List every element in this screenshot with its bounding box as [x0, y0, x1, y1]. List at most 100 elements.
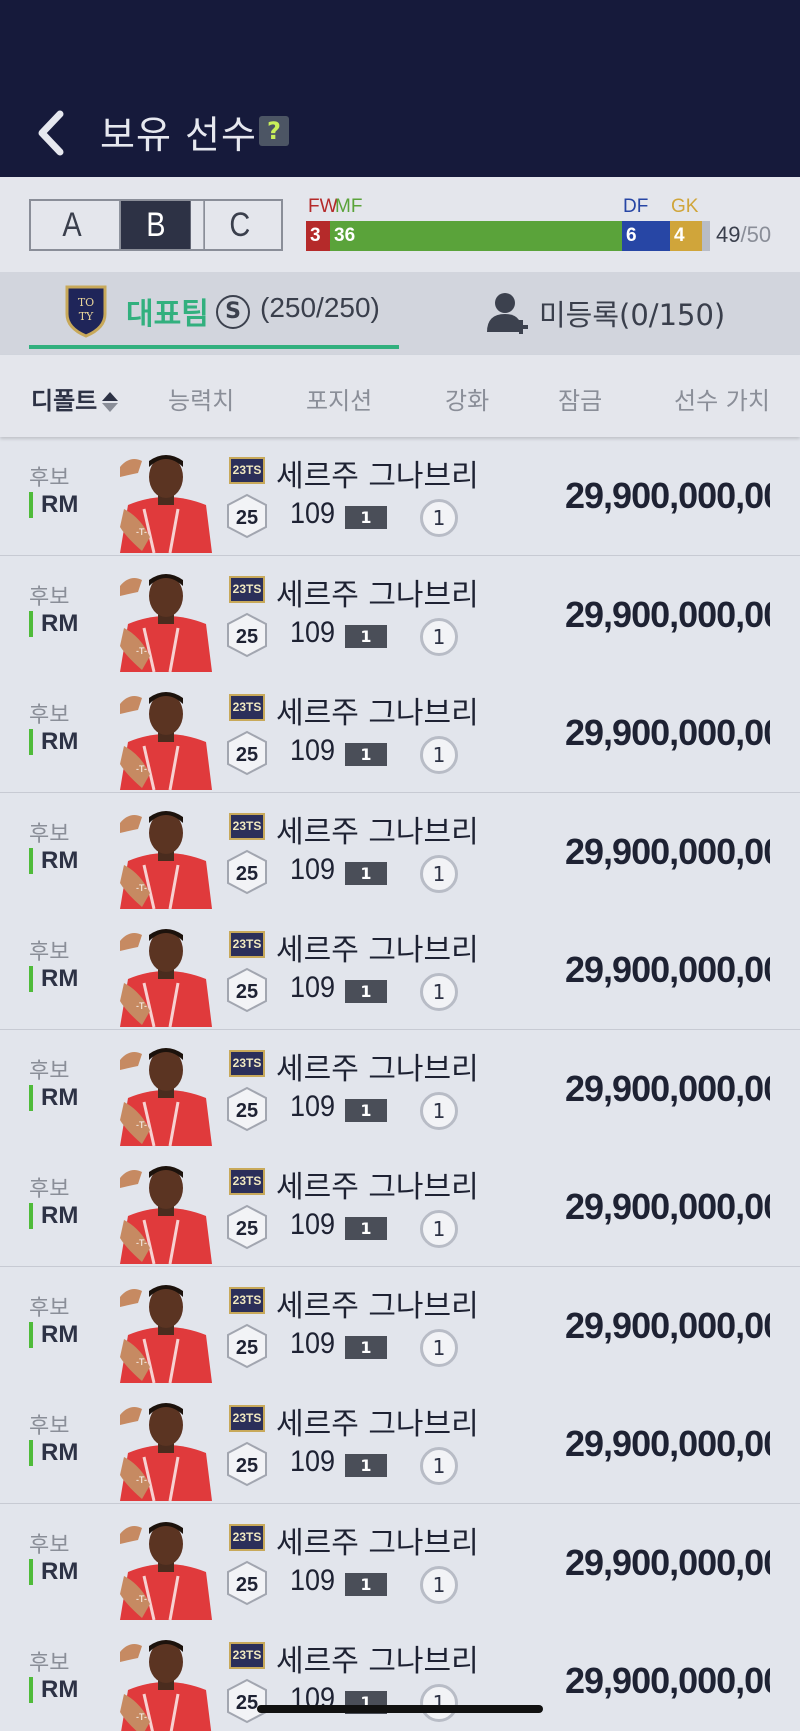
svg-text:-T-: -T-	[136, 527, 147, 537]
player-value: 29,900,000,000	[565, 475, 770, 516]
lock-count: 1	[420, 1565, 458, 1604]
player-row[interactable]: 후보 RM -T- 23TS 세르주 그나브리 25 109 1 1 29,90…	[0, 1622, 800, 1731]
player-salary: 25	[236, 744, 258, 766]
lock-count: 1	[420, 973, 458, 1011]
svg-text:-T-: -T-	[136, 646, 147, 656]
sort-ability[interactable]: 능력치	[168, 381, 234, 416]
upgrade-level: 1	[345, 1098, 387, 1122]
squad-tab-a[interactable]: A	[37, 201, 107, 249]
season-badge: 23TS	[229, 1049, 265, 1077]
lock-count: 1	[420, 617, 458, 656]
sort-lock[interactable]: 잠금	[558, 381, 602, 416]
player-portrait: -T-	[120, 573, 212, 672]
player-role: 후보	[29, 940, 70, 965]
salary-hexagon-icon: 25	[227, 1086, 267, 1131]
player-portrait: -T-	[120, 455, 212, 553]
player-name: 세르주 그나브리	[276, 1051, 479, 1087]
player-portrait: -T-	[120, 1284, 212, 1383]
player-portrait: -T-	[120, 1403, 212, 1501]
player-name: 세르주 그나브리	[276, 1644, 479, 1679]
squad-count: 49/50	[716, 222, 771, 248]
player-portrait: -T-	[120, 1640, 212, 1731]
svg-text:-T-: -T-	[136, 764, 147, 774]
app-header: 보유 선수 ?	[0, 0, 800, 177]
player-portrait: -T-	[120, 1521, 212, 1620]
player-value: 29,900,000,000	[565, 1304, 770, 1346]
sort-upgrade[interactable]: 강화	[445, 381, 489, 416]
season-badge: 23TS	[229, 1642, 265, 1669]
player-position: RM	[29, 1084, 78, 1111]
lock-count: 1	[420, 1328, 458, 1367]
sort-default[interactable]: 디폴트	[31, 381, 120, 416]
player-position: RM	[29, 1440, 78, 1466]
sort-position[interactable]: 포지션	[306, 381, 372, 416]
upgrade-level: 1	[345, 624, 387, 648]
player-row[interactable]: 후보 RM -T- 23TS 세르주 그나브리 25 109 1 1 29,90…	[0, 1503, 800, 1623]
player-row[interactable]: 후보 RM -T- 23TS 세르주 그나브리 25 109 1 1 29,90…	[0, 1266, 800, 1386]
player-position: RM	[29, 1558, 78, 1585]
player-row[interactable]: 후보 RM -T- 23TS 세르주 그나브리 25 109 1 1 29,90…	[0, 1029, 800, 1149]
mf-count: 36	[330, 221, 622, 251]
fw-count: 3	[306, 221, 330, 251]
player-row[interactable]: 후보 RM -T- 23TS 세르주 그나브리 25 109 1 1 29,90…	[0, 437, 800, 556]
toty-shield-icon: TO TY	[65, 285, 107, 338]
player-row[interactable]: 후보 RM -T- 23TS 세르주 그나브리 25 109 1 1 29,90…	[0, 911, 800, 1030]
player-salary: 25	[236, 1455, 258, 1477]
squad-count-max: /50	[740, 222, 772, 247]
lock-count: 1	[420, 499, 458, 537]
salary-hexagon-icon: 25	[227, 1204, 267, 1250]
player-ovr: 109	[290, 1089, 336, 1123]
player-list: 후보 RM -T- 23TS 세르주 그나브리 25 109 1 1 29,90…	[0, 437, 800, 1731]
main-team-count: (250/250)	[260, 292, 380, 323]
player-value: 29,900,000,000	[565, 830, 770, 872]
player-row[interactable]: 후보 RM -T- 23TS 세르주 그나브리 25 109 1 1 29,90…	[0, 792, 800, 912]
player-ovr: 109	[290, 1326, 336, 1360]
lock-count: 1	[420, 1684, 458, 1722]
player-position: RM	[29, 1203, 78, 1229]
player-position: RM	[29, 847, 78, 874]
svg-text:-T-: -T-	[136, 1475, 147, 1485]
player-role: 후보	[29, 1532, 70, 1558]
tab-unregistered[interactable]: 미등록(0/150)	[539, 292, 725, 334]
player-role: 후보	[29, 703, 70, 728]
player-row[interactable]: 후보 RM -T- 23TS 세르주 그나브리 25 109 1 1 29,90…	[0, 555, 800, 675]
player-row[interactable]: 후보 RM -T- 23TS 세르주 그나브리 25 109 1 1 29,90…	[0, 1385, 800, 1504]
lock-count: 1	[420, 736, 458, 774]
lock-count: 1	[420, 1091, 458, 1130]
player-portrait: -T-	[120, 1166, 212, 1264]
empty-slot	[702, 221, 710, 251]
player-salary: 25	[236, 863, 258, 885]
squad-tab-b[interactable]: B	[119, 201, 191, 249]
help-icon[interactable]: ?	[259, 116, 289, 146]
player-role: 후보	[29, 1295, 70, 1321]
season-badge: 23TS	[229, 457, 265, 484]
svg-text:-T-: -T-	[136, 883, 147, 893]
player-ovr: 109	[290, 852, 336, 886]
sort-default-label: 디폴트	[31, 387, 98, 415]
player-position: RM	[29, 610, 78, 637]
player-name: 세르주 그나브리	[276, 1288, 479, 1324]
salary-hexagon-icon: 25	[227, 1678, 267, 1724]
player-ovr: 109	[290, 734, 336, 767]
svg-text:-T-: -T-	[136, 1238, 147, 1248]
player-name: 세르주 그나브리	[276, 459, 479, 494]
player-value: 29,900,000,000	[565, 1541, 770, 1583]
player-role: 후보	[29, 466, 70, 491]
upgrade-level: 1	[345, 506, 387, 529]
svg-text:-T-: -T-	[136, 1357, 147, 1367]
season-badge: 23TS	[229, 1286, 265, 1314]
tab-main-team[interactable]: 대표팀	[126, 289, 209, 333]
player-ovr: 109	[290, 1445, 336, 1478]
player-portrait: -T-	[120, 810, 212, 909]
back-arrow-icon[interactable]	[32, 108, 72, 158]
player-name: 세르주 그나브리	[276, 814, 479, 850]
player-name: 세르주 그나브리	[276, 577, 479, 613]
squad-tab-c[interactable]: C	[203, 201, 274, 249]
player-row[interactable]: 후보 RM -T- 23TS 세르주 그나브리 25 109 1 1 29,90…	[0, 674, 800, 793]
player-role: 후보	[29, 1058, 70, 1084]
player-row[interactable]: 후보 RM -T- 23TS 세르주 그나브리 25 109 1 1 29,90…	[0, 1148, 800, 1267]
svg-text:TO: TO	[78, 296, 94, 309]
salary-hexagon-icon: 25	[227, 1323, 267, 1368]
sort-value[interactable]: 선수 가치	[674, 381, 770, 416]
gk-label: GK	[671, 196, 699, 217]
